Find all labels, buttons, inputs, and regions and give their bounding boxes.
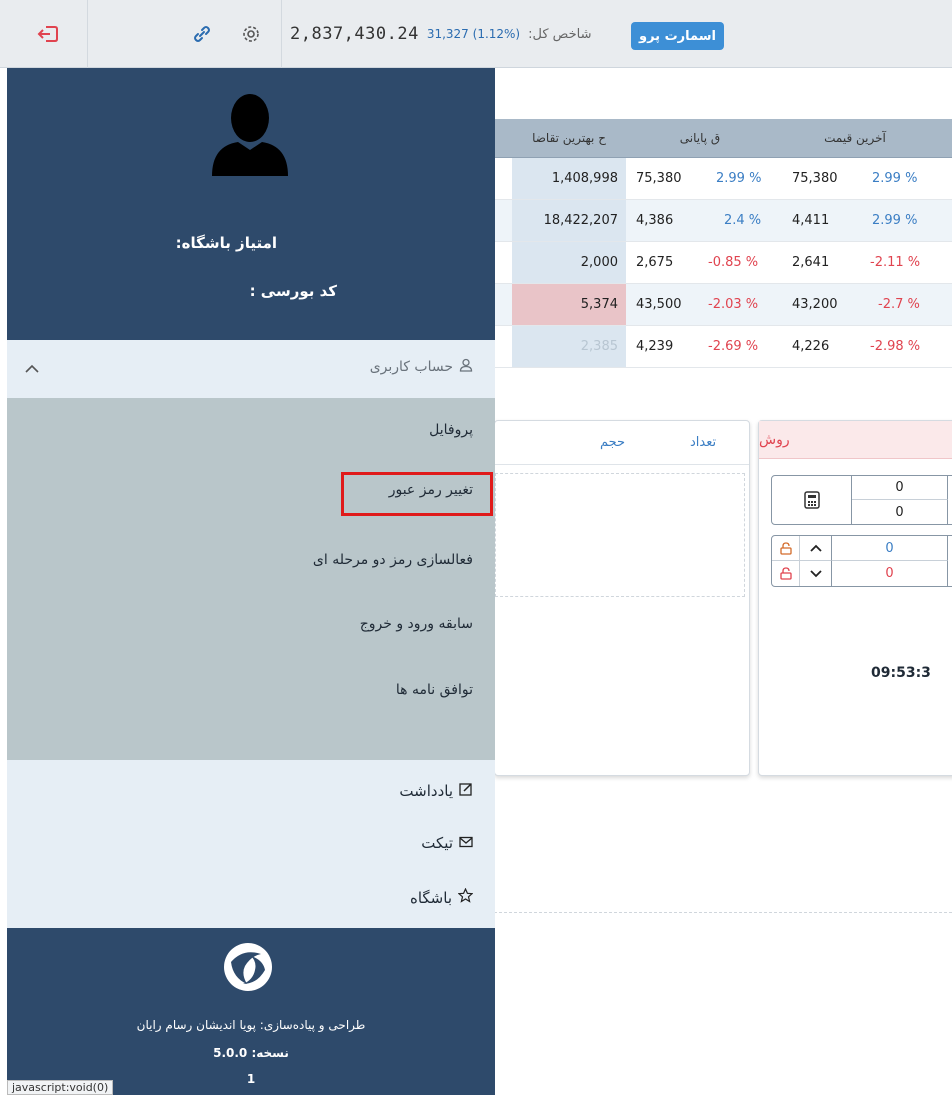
last-percent: -2.7 % — [878, 297, 920, 312]
divider — [494, 912, 952, 913]
avatar — [208, 90, 292, 184]
user-icon — [459, 358, 473, 376]
last-percent: -2.11 % — [870, 255, 921, 270]
best-bid-value: 2,000 — [512, 242, 626, 283]
lock-icon[interactable] — [772, 536, 800, 561]
best-bid-value: 5,374 — [512, 284, 626, 325]
sidebar-item-notes[interactable]: یادداشت — [399, 782, 473, 800]
close-percent: -0.85 % — [708, 255, 759, 270]
sidebar-footer: طراحی و پیادەسازی: پویا اندیشان رسام رای… — [7, 928, 495, 1095]
order-panel: روش 0 0 0 0 09:53:3 — [758, 420, 952, 776]
envelope-icon — [459, 834, 473, 852]
sidebar-item-label: یادداشت — [399, 782, 453, 800]
submenu-change-password[interactable]: تغییر رمز عبور — [389, 482, 473, 498]
sidebar-item-label: باشگاه — [409, 888, 452, 907]
status-bar-url: javascript:void(0) — [7, 1080, 114, 1095]
chevron-down-icon[interactable] — [800, 561, 832, 586]
col-best-bid[interactable]: ح بهترین تقاضا — [512, 119, 626, 157]
account-menu-toggle[interactable]: حساب کاربری — [7, 340, 495, 398]
version-label: نسخه: 5.0.0 — [213, 1046, 289, 1060]
last-price: 43,200 — [792, 297, 838, 312]
submenu-agreements[interactable]: توافق نامه ها — [396, 682, 473, 698]
last-percent: -2.98 % — [870, 339, 921, 354]
price-box: 0 0 — [771, 475, 952, 525]
table-row[interactable]: 18,422,207 4,386 2.4 % 4,411 2.99 % — [494, 200, 952, 242]
unlock-icon[interactable] — [772, 561, 800, 586]
account-label-text: حساب کاربری — [369, 359, 453, 375]
best-bid-value: 18,422,207 — [512, 200, 626, 241]
submenu-profile[interactable]: پروفایل — [429, 422, 473, 438]
index-label: شاخص کل: — [528, 26, 592, 42]
trades-panel: تعداد حجم — [494, 420, 750, 776]
table-row[interactable]: 2,385 4,239 -2.69 % 4,226 -2.98 % — [494, 326, 952, 368]
col-close-price[interactable]: ق پایانی — [626, 119, 774, 157]
sidebar-menu: یادداشت تیکت باشگاه — [7, 760, 495, 928]
quantity-value-bottom[interactable]: 0 — [832, 561, 948, 586]
close-price: 4,386 — [636, 213, 674, 228]
table-header: ح بهترین تقاضا ق پایانی آخرین قیمت — [494, 119, 952, 158]
sidebar-item-club[interactable]: باشگاه — [409, 887, 474, 907]
last-percent: 2.99 % — [872, 213, 918, 228]
close-percent: 2.99 % — [716, 171, 762, 186]
company-credit: طراحی و پیادەسازی: پویا اندیشان رسام رای… — [136, 1018, 366, 1032]
account-submenu: پروفایل تغییر رمز عبور فعالسازی رمز دو م… — [7, 398, 495, 760]
logout-icon[interactable] — [8, 0, 88, 68]
chevron-up-icon[interactable] — [800, 536, 832, 561]
close-percent: -2.69 % — [708, 339, 759, 354]
table-row[interactable]: 5,374 43,500 -2.03 % 43,200 -2.7 % — [494, 284, 952, 326]
quantity-value-top[interactable]: 0 — [832, 536, 948, 561]
submenu-two-factor[interactable]: فعالسازی رمز دو مرحله ای — [313, 552, 473, 568]
trades-panel-header: تعداد حجم — [495, 421, 749, 465]
close-price: 4,239 — [636, 339, 674, 354]
club-score-label: امتیاز باشگاه: — [175, 234, 277, 252]
account-label: حساب کاربری — [370, 358, 473, 376]
gear-icon[interactable] — [220, 0, 282, 68]
index-value: 2,837,430.24 — [290, 24, 419, 44]
calculator-icon[interactable] — [772, 476, 852, 524]
chevron-up-icon[interactable] — [25, 362, 39, 377]
best-bid-value: 2,385 — [512, 326, 626, 367]
index-change: 31,327 (1.12%) — [426, 27, 521, 41]
link-icon[interactable] — [88, 0, 220, 68]
profile-box: امتیاز باشگاه: کد بورسی : — [7, 68, 495, 340]
col-last-price[interactable]: آخرین قیمت — [774, 119, 936, 157]
last-percent: 2.99 % — [872, 171, 918, 186]
close-price: 75,380 — [636, 171, 682, 186]
count-label: تعداد — [690, 435, 717, 450]
company-logo-icon — [221, 940, 275, 998]
last-price: 4,226 — [792, 339, 830, 354]
bourse-code-label: کد بورسی : — [249, 282, 337, 300]
sidebar-item-label: تیکت — [421, 834, 453, 852]
star-icon — [457, 887, 474, 907]
close-percent: -2.03 % — [708, 297, 759, 312]
quantity-stepper: 0 0 — [771, 535, 952, 587]
price-value-bottom: 0 — [852, 500, 948, 524]
trades-list-area — [495, 473, 745, 597]
close-price: 43,500 — [636, 297, 682, 312]
user-sidebar: امتیاز باشگاه: کد بورسی : حساب کاربری پر… — [7, 68, 495, 1095]
smart-pro-button[interactable]: اسمارت پرو — [631, 22, 724, 50]
market-index: 2,837,430.24 31,327 (1.12%) شاخص کل: — [290, 0, 592, 68]
table-row[interactable]: 1,408,998 75,380 2.99 % 75,380 2.99 % — [494, 158, 952, 200]
sell-tab[interactable]: روش — [759, 421, 952, 459]
last-price: 4,411 — [792, 213, 830, 228]
price-value-top: 0 — [852, 476, 948, 500]
note-edit-icon — [459, 782, 473, 800]
top-bar: 2,837,430.24 31,327 (1.12%) شاخص کل: اسم… — [0, 0, 952, 68]
last-price: 75,380 — [792, 171, 838, 186]
volume-label: حجم — [600, 435, 626, 450]
sidebar-item-ticket[interactable]: تیکت — [421, 834, 473, 852]
submenu-login-history[interactable]: سابقه ورود و خروج — [360, 616, 473, 632]
close-percent: 2.4 % — [724, 213, 762, 228]
clock-time: 09:53:3 — [871, 665, 931, 681]
close-price: 2,675 — [636, 255, 674, 270]
best-bid-value: 1,408,998 — [512, 158, 626, 199]
table-row[interactable]: 2,000 2,675 -0.85 % 2,641 -2.11 % — [494, 242, 952, 284]
last-price: 2,641 — [792, 255, 830, 270]
